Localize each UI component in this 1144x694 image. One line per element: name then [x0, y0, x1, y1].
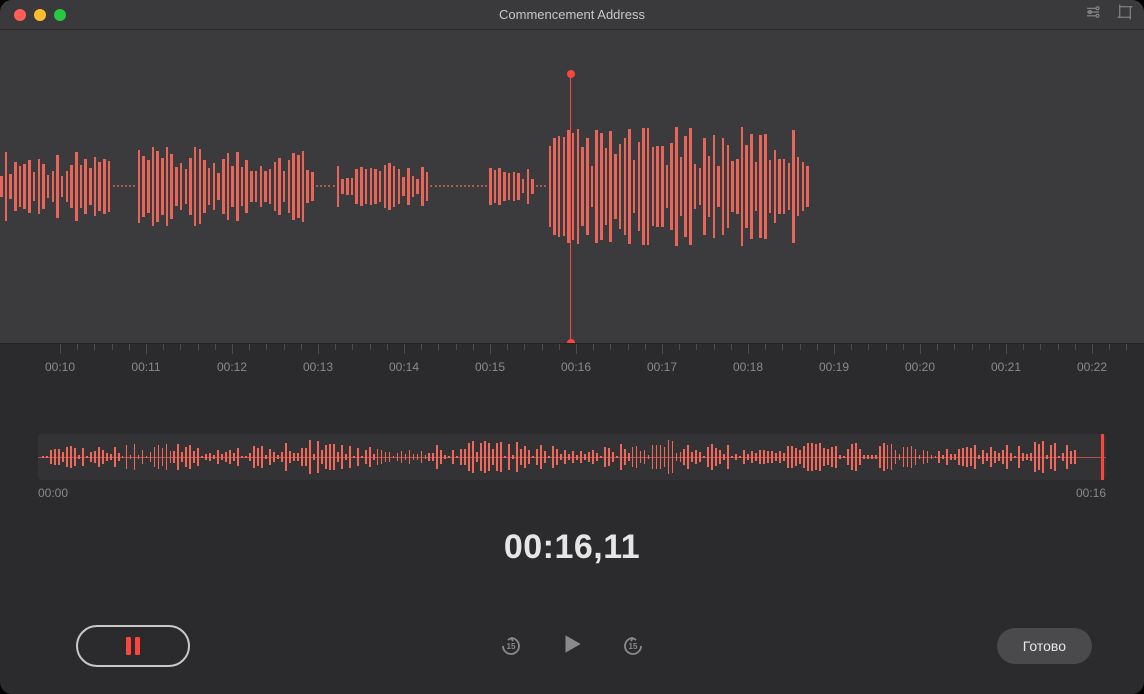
playhead[interactable] — [570, 74, 571, 343]
overview-playhead[interactable] — [1101, 434, 1104, 480]
ruler-label: 00:22 — [1077, 360, 1107, 374]
overview-start-time: 00:00 — [38, 486, 68, 500]
titlebar: Commencement Address — [0, 0, 1144, 30]
play-button[interactable] — [559, 631, 585, 662]
ruler-label: 00:10 — [45, 360, 75, 374]
overview-end-time: 00:16 — [1076, 486, 1106, 500]
trim-icon[interactable] — [1116, 3, 1134, 26]
ruler-label: 00:18 — [733, 360, 763, 374]
current-time-display: 00:16,11 — [0, 528, 1144, 567]
waveform-overview[interactable] — [38, 434, 1106, 480]
skip-forward-button[interactable]: 15 — [621, 634, 645, 658]
voice-memo-window: Commencement Address 00:1000:1100:1200:1… — [0, 0, 1144, 694]
overview-time-range: 00:00 00:16 — [38, 486, 1106, 500]
window-title: Commencement Address — [0, 7, 1144, 22]
skip-fwd-seconds: 15 — [629, 642, 638, 651]
ruler-label: 00:14 — [389, 360, 419, 374]
playback-controls: 15 15 Готово — [0, 622, 1144, 670]
settings-icon[interactable] — [1084, 3, 1102, 26]
ruler-label: 00:13 — [303, 360, 333, 374]
ruler-label: 00:17 — [647, 360, 677, 374]
close-window-button[interactable] — [14, 9, 26, 21]
window-controls — [0, 9, 66, 21]
skip-back-seconds: 15 — [507, 642, 516, 651]
waveform-detail[interactable] — [0, 30, 1144, 344]
ruler-label: 00:11 — [131, 360, 160, 374]
ruler-label: 00:15 — [475, 360, 505, 374]
skip-back-button[interactable]: 15 — [499, 634, 523, 658]
waveform-bars — [0, 127, 809, 247]
ruler-label: 00:12 — [217, 360, 247, 374]
minimize-window-button[interactable] — [34, 9, 46, 21]
ruler-label: 00:19 — [819, 360, 849, 374]
ruler-label: 00:21 — [991, 360, 1021, 374]
pause-record-button[interactable] — [76, 625, 190, 667]
ruler-label: 00:20 — [905, 360, 935, 374]
time-ruler[interactable]: 00:10 00:11 00:12 00:13 00:14 00:15 00:16 00:17… — [0, 344, 1144, 392]
done-button[interactable]: Готово — [997, 628, 1092, 664]
zoom-window-button[interactable] — [54, 9, 66, 21]
ruler-label: 00:16 — [561, 360, 591, 374]
